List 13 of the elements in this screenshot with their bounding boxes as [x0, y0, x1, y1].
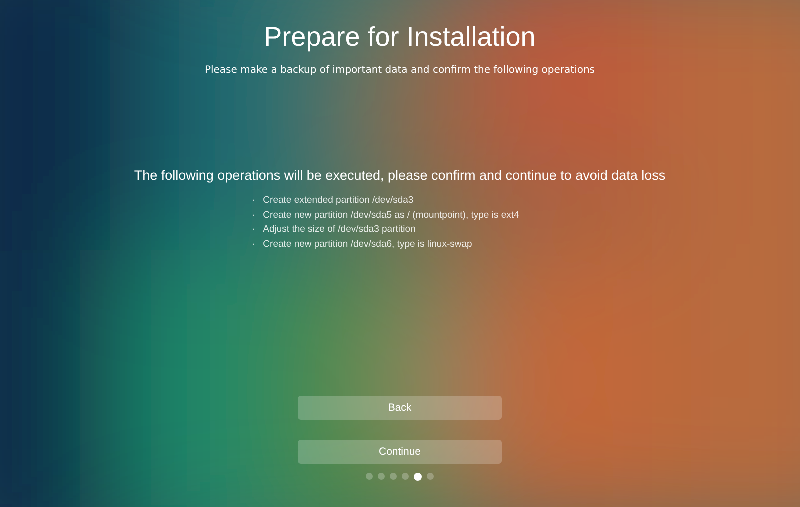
operation-text: Create new partition /dev/sda6, type is linux-swap — [263, 238, 472, 251]
warning-heading: The following operations will be executed, please confirm and continue to avoid data loss — [134, 168, 666, 183]
bullet: · — [252, 224, 256, 236]
bullet: · — [252, 238, 256, 251]
operation-text: Create new partition /dev/sda5 as / (mountpoint), type is ext4 — [263, 210, 520, 222]
back-button[interactable]: Back — [298, 396, 502, 420]
operation-text: Create extended partition /dev/sda3 — [263, 195, 414, 208]
bullet: · — [252, 195, 256, 208]
page-title: Prepare for Installation — [264, 22, 536, 53]
subtitle: Please make a backup of important data and confirm the following operations — [204, 65, 596, 76]
continue-button[interactable]: Continue — [298, 440, 502, 464]
operation-text: Adjust the size of /dev/sda3 partition — [263, 224, 416, 236]
bullet: · — [252, 210, 256, 222]
